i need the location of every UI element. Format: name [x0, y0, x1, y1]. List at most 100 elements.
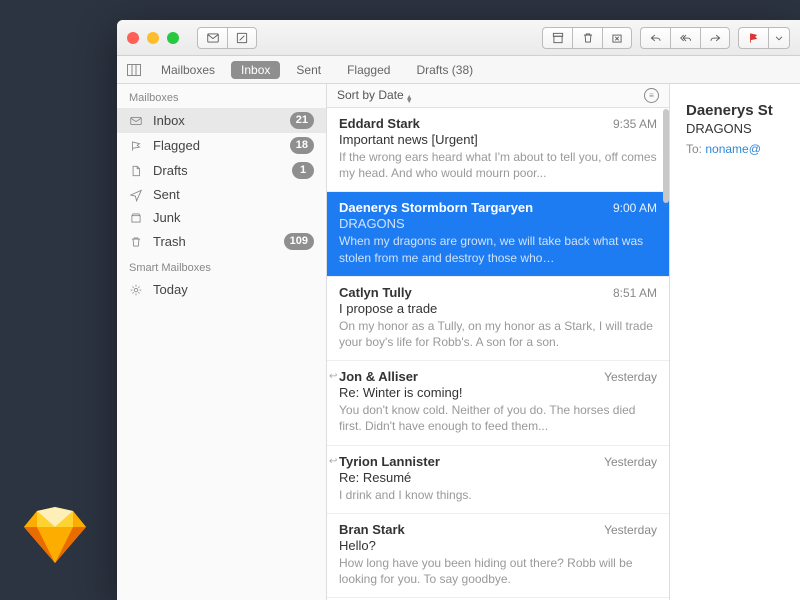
columns-icon — [127, 64, 141, 76]
delete-button[interactable] — [572, 27, 602, 49]
message-preview: I drink and I know things. — [339, 487, 657, 503]
sidebar-label: Junk — [153, 210, 314, 225]
message-preview: How long have you been hiding out there?… — [339, 555, 657, 587]
sort-label: Sort by Date — [337, 88, 404, 102]
sidebar-item-flagged[interactable]: Flagged 18 — [117, 133, 326, 158]
tab-sent[interactable]: Sent — [286, 61, 331, 79]
sidebar-item-sent[interactable]: Sent — [117, 183, 326, 206]
message-preview: If the wrong ears heard what I'm about t… — [339, 149, 657, 181]
sidebar-item-inbox[interactable]: Inbox 21 — [117, 108, 326, 133]
reader-to: To: noname@ — [686, 142, 800, 156]
message-sender: Daenerys Stormborn Targaryen — [339, 200, 533, 215]
inbox-icon — [129, 114, 143, 128]
message-item[interactable]: ↩Tyrion LannisterYesterdayRe: ResuméI dr… — [327, 446, 669, 514]
message-sender: Eddard Stark — [339, 116, 420, 131]
sidebar-item-junk[interactable]: Junk — [117, 206, 326, 229]
message-preview: When my dragons are grown, we will take … — [339, 233, 657, 265]
sidebar-item-trash[interactable]: Trash 109 — [117, 229, 326, 254]
trash-icon — [129, 235, 143, 249]
reader-from: Daenerys St — [686, 102, 800, 119]
message-subject: DRAGONS — [339, 216, 657, 231]
badge: 21 — [290, 112, 314, 129]
forward-icon — [708, 31, 722, 45]
filter-icon[interactable]: ≡ — [644, 88, 659, 103]
message-list: Sort by Date▲▼ ≡ Eddard Stark 9:35 AMImpo… — [327, 84, 670, 600]
flag-dropdown-button[interactable] — [768, 27, 790, 49]
message-sender: Jon & Alliser — [339, 369, 418, 384]
sketch-logo-icon — [24, 507, 86, 566]
junk-button[interactable] — [602, 27, 632, 49]
close-window-button[interactable] — [127, 32, 139, 44]
minimize-window-button[interactable] — [147, 32, 159, 44]
sidebar-label: Trash — [153, 234, 274, 249]
message-subject: Important news [Urgent] — [339, 132, 657, 147]
forward-button[interactable] — [700, 27, 730, 49]
reply-group — [640, 27, 730, 49]
archive-icon — [551, 31, 565, 45]
sidebar-label: Inbox — [153, 113, 280, 128]
sidebar-label: Sent — [153, 187, 314, 202]
chevron-down-icon — [772, 31, 786, 45]
mail-compose-group — [197, 27, 257, 49]
junk-box-icon — [129, 211, 143, 225]
window-controls — [127, 32, 179, 44]
flag-icon — [747, 31, 761, 45]
badge: 109 — [284, 233, 314, 250]
badge: 18 — [290, 137, 314, 154]
reply-indicator-icon: ↩ — [329, 371, 337, 382]
message-item[interactable]: Daenerys Stormborn Targaryen9:00 AMDRAGO… — [327, 192, 669, 276]
gear-icon — [129, 283, 143, 297]
message-time: 8:51 AM — [613, 286, 657, 300]
paper-plane-icon — [129, 188, 143, 202]
flag-icon — [129, 139, 143, 153]
message-item[interactable]: Catlyn Tully 8:51 AMI propose a trade On m… — [327, 277, 669, 361]
sidebar-item-today[interactable]: Today — [117, 278, 326, 301]
tab-drafts[interactable]: Drafts (38) — [406, 61, 483, 79]
mail-window: Mailboxes Inbox Sent Flagged Drafts (38)… — [117, 20, 800, 600]
message-subject: I propose a trade — [339, 301, 657, 316]
recipient-email: noname@ — [705, 142, 761, 156]
reader-subject: DRAGONS — [686, 121, 800, 136]
message-item[interactable]: Bran StarkYesterdayHello?How long have y… — [327, 514, 669, 598]
message-time: 9:35 AM — [613, 117, 657, 131]
message-item[interactable]: ↩Jon & Alliser YesterdayRe: Winter is com… — [327, 361, 669, 445]
favorites-bar: Mailboxes Inbox Sent Flagged Drafts (38) — [117, 56, 800, 84]
sort-arrows-icon: ▲▼ — [406, 96, 413, 104]
scrollbar-thumb[interactable] — [663, 109, 669, 203]
sidebar-item-drafts[interactable]: Drafts 1 — [117, 158, 326, 183]
archive-button[interactable] — [542, 27, 572, 49]
sidebar-header-smart: Smart Mailboxes — [117, 254, 326, 278]
content-area: Mailboxes Inbox 21 Flagged 18 Drafts 1 S… — [117, 84, 800, 600]
message-list-body: Eddard Stark 9:35 AMImportant news [Urgen… — [327, 108, 669, 600]
message-subject: Re: Winter is coming! — [339, 385, 657, 400]
tab-mailboxes[interactable]: Mailboxes — [151, 61, 225, 79]
flag-button[interactable] — [738, 27, 768, 49]
sidebar-label: Flagged — [153, 138, 280, 153]
reply-button[interactable] — [640, 27, 670, 49]
message-time: Yesterday — [604, 370, 657, 384]
trash-icon — [581, 31, 595, 45]
tab-flagged[interactable]: Flagged — [337, 61, 400, 79]
message-item[interactable]: Eddard Stark 9:35 AMImportant news [Urgen… — [327, 108, 669, 192]
reply-indicator-icon: ↩ — [329, 456, 337, 467]
sort-bar[interactable]: Sort by Date▲▼ ≡ — [327, 84, 669, 108]
compose-button[interactable] — [227, 27, 257, 49]
message-sender: Catlyn Tully — [339, 285, 412, 300]
compose-icon — [235, 31, 249, 45]
delete-group — [542, 27, 632, 49]
badge: 1 — [292, 162, 314, 179]
document-icon — [129, 164, 143, 178]
sidebar: Mailboxes Inbox 21 Flagged 18 Drafts 1 S… — [117, 84, 327, 600]
get-mail-button[interactable] — [197, 27, 227, 49]
reply-all-button[interactable] — [670, 27, 700, 49]
message-preview: You don't know cold. Neither of you do. … — [339, 402, 657, 434]
message-preview: On my honor as a Tully, on my honor as a… — [339, 318, 657, 350]
sidebar-header-mailboxes: Mailboxes — [117, 84, 326, 108]
sidebar-label: Today — [153, 282, 314, 297]
tab-inbox[interactable]: Inbox — [231, 61, 280, 79]
reply-all-icon — [679, 31, 693, 45]
titlebar — [117, 20, 800, 56]
maximize-window-button[interactable] — [167, 32, 179, 44]
reply-icon — [649, 31, 663, 45]
message-time: Yesterday — [604, 455, 657, 469]
